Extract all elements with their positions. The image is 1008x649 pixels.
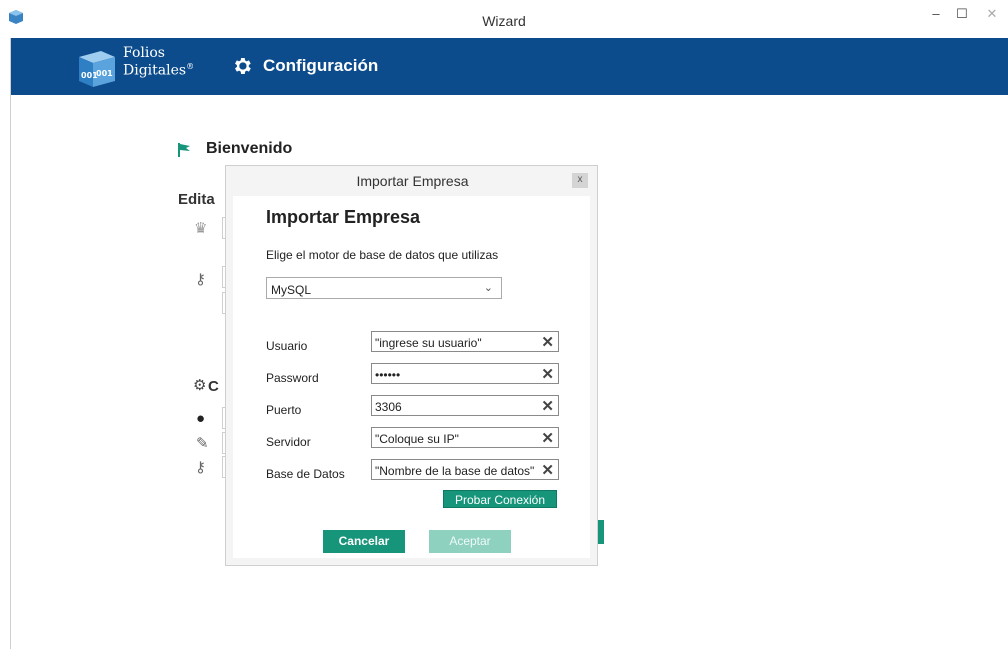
page-title: Configuración: [263, 56, 379, 75]
db-engine-select[interactable]: MySQL ⌄: [266, 277, 502, 299]
key-icon-2: ⚷: [195, 459, 206, 476]
logo-text: Folios Digitales®: [123, 45, 195, 79]
logo-registered-mark: ®: [186, 62, 195, 71]
maximize-button[interactable]: ☐: [950, 4, 974, 24]
dialog-subtitle: Elige el motor de base de datos que util…: [266, 248, 499, 262]
clear-puerto-icon[interactable]: ✕: [541, 397, 554, 415]
usuario-label: Usuario: [266, 339, 308, 353]
usuario-field[interactable]: "ingrese su usuario" ✕: [371, 331, 559, 352]
crown-icon: ♛: [194, 220, 208, 237]
window-title: Wizard: [482, 13, 526, 29]
usuario-value: "ingrese su usuario": [375, 336, 482, 350]
minimize-button[interactable]: –: [924, 4, 948, 24]
bg-button-edge[interactable]: [598, 520, 604, 544]
puerto-field[interactable]: 3306 ✕: [371, 395, 559, 416]
window-titlebar: Wizard – ☐ ✕: [0, 0, 1008, 38]
welcome-heading: Bienvenido: [206, 140, 293, 157]
clear-password-icon[interactable]: ✕: [541, 365, 554, 383]
key-icon: ⚷: [195, 271, 206, 288]
password-field[interactable]: •••••• ✕: [371, 363, 559, 384]
password-value: ••••••: [375, 368, 401, 382]
servidor-field[interactable]: "Coloque su IP" ✕: [371, 427, 559, 448]
dialog-heading: Importar Empresa: [266, 207, 421, 227]
gear-small-icon: ⚙: [193, 377, 207, 394]
folios-digitales-logo: 001 001: [79, 51, 115, 87]
base-datos-label: Base de Datos: [266, 467, 345, 481]
dialog-body: Importar Empresa Elige el motor de base …: [233, 196, 590, 558]
servidor-value: "Coloque su IP": [375, 432, 459, 446]
chevron-down-icon: ⌄: [483, 282, 493, 294]
user-icon: ●: [196, 410, 206, 427]
close-window-button[interactable]: ✕: [977, 4, 1007, 24]
base-datos-value: "Nombre de la base de datos": [375, 464, 535, 478]
config-section-heading: C: [208, 378, 219, 395]
window-left-border: [10, 38, 11, 649]
app-header: 001 001 Folios Digitales® Configuración: [11, 38, 1008, 95]
clear-usuario-icon[interactable]: ✕: [541, 333, 554, 351]
base-datos-field[interactable]: "Nombre de la base de datos" ✕: [371, 459, 559, 480]
clear-base-datos-icon[interactable]: ✕: [541, 461, 554, 479]
puerto-value: 3306: [375, 400, 402, 414]
db-engine-value: MySQL: [271, 283, 312, 297]
gear-icon: [235, 58, 251, 74]
svg-text:001: 001: [96, 69, 113, 78]
servidor-label: Servidor: [266, 435, 311, 449]
logo-line1: Folios: [123, 45, 165, 61]
pencil-icon: ✎: [196, 435, 209, 452]
flag-icon: [178, 143, 190, 157]
dialog-close-button[interactable]: x: [572, 173, 588, 188]
test-connection-button[interactable]: Probar Conexión: [443, 490, 557, 508]
accept-button[interactable]: Aceptar: [429, 530, 511, 553]
puerto-label: Puerto: [266, 403, 302, 417]
import-company-dialog: Importar Empresa x Importar Empresa Elig…: [225, 165, 598, 566]
dialog-title: Importar Empresa: [356, 173, 469, 189]
clear-servidor-icon[interactable]: ✕: [541, 429, 554, 447]
edit-section-heading: Edita: [178, 191, 215, 208]
password-label: Password: [266, 371, 319, 385]
cancel-button[interactable]: Cancelar: [323, 530, 405, 553]
logo-line2: Digitales: [123, 62, 187, 79]
